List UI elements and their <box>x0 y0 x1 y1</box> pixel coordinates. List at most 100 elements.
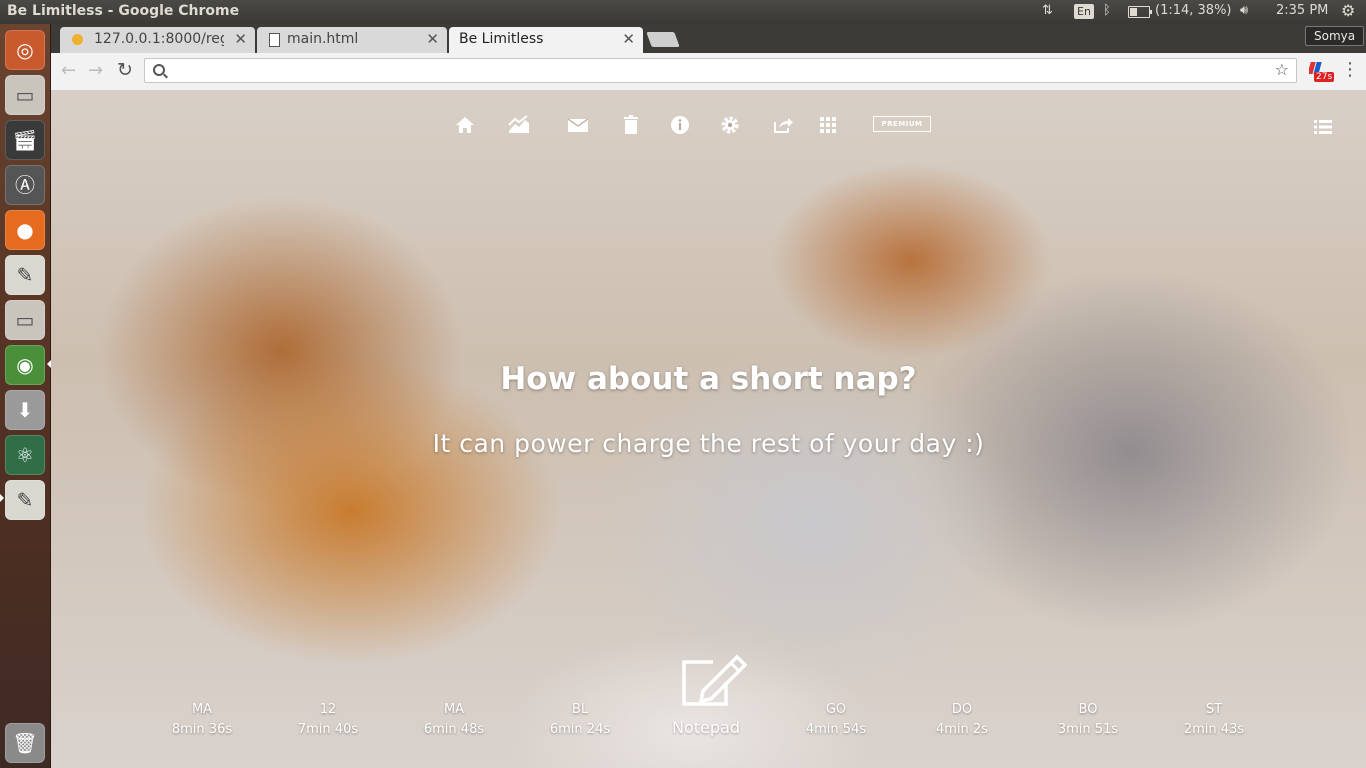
trash-icon[interactable] <box>619 113 643 137</box>
stat-code: 12 <box>319 702 337 717</box>
list-menu-icon[interactable] <box>1311 115 1335 139</box>
forward-arrow-icon[interactable]: → <box>88 60 103 81</box>
ubuntu-logo-icon[interactable]: ◎ <box>5 30 45 70</box>
back-arrow-icon[interactable]: ← <box>61 60 76 81</box>
clapperboard-icon[interactable]: 🎬︎ <box>5 120 45 160</box>
chrome-icon[interactable]: ◉ <box>5 345 45 385</box>
firefox-icon[interactable]: ● <box>5 210 45 250</box>
stat-time: 6min 48s <box>423 722 485 737</box>
home-icon[interactable] <box>453 113 477 137</box>
stat-time: 7min 40s <box>297 722 359 737</box>
user-name-tooltip: Somya <box>1305 26 1365 46</box>
active-indicator <box>0 494 4 502</box>
close-icon[interactable]: ✕ <box>622 30 635 48</box>
tab-main-html[interactable]: main.html ✕ <box>257 27 447 53</box>
new-tab-button[interactable] <box>646 32 680 47</box>
stat-item: BL 6min 24s <box>525 700 635 740</box>
address-bar[interactable]: ☆ <box>144 58 1297 83</box>
apps-grid-icon[interactable] <box>816 113 840 137</box>
notepad-icon[interactable] <box>679 654 749 706</box>
stat-time: 4min 2s <box>936 722 988 737</box>
window-title: Be Limitless - Google Chrome <box>7 3 240 19</box>
browser-window: 127.0.0.1:8000/regi ✕ main.html ✕ Be Lim… <box>51 24 1366 768</box>
file-manager-icon[interactable]: ▭ <box>5 75 45 115</box>
share-glyph <box>774 118 793 133</box>
ubuntu-logo-glyph: ◎ <box>16 38 34 62</box>
clock[interactable]: 2:35 PM <box>1276 3 1328 18</box>
stat-code: BL <box>571 702 589 717</box>
stat-time: 8min 36s <box>171 722 233 737</box>
file-manager-icon[interactable]: ▭ <box>5 300 45 340</box>
trash-glyph <box>624 115 638 134</box>
gear-glyph <box>721 116 739 134</box>
tab-label: Be Limitless <box>459 31 544 47</box>
close-icon[interactable]: ✕ <box>234 30 247 48</box>
bookmark-star-icon[interactable]: ☆ <box>1275 60 1289 79</box>
volume-icon[interactable]: 🔊︎ <box>1240 3 1248 18</box>
stat-time: 4min 54s <box>805 722 867 737</box>
battery-level-fill <box>1130 8 1137 16</box>
stat-item: DO 4min 2s <box>907 700 1017 740</box>
top-nav: PREMIUM <box>51 113 1366 139</box>
bluetooth-icon[interactable]: ᛒ <box>1103 3 1111 18</box>
reload-icon[interactable]: ↻ <box>117 59 133 81</box>
pencil-glyph: ✎ <box>16 488 34 512</box>
firefox-glyph: ● <box>16 218 34 242</box>
user-favicon-icon <box>72 34 83 45</box>
text-editor-icon[interactable]: ✎ <box>5 255 45 295</box>
stat-item: BO 3min 51s <box>1033 700 1143 740</box>
stat-item: GO 4min 54s <box>781 700 891 740</box>
tab-localhost[interactable]: 127.0.0.1:8000/regi ✕ <box>60 27 255 53</box>
stat-code: ST <box>1205 702 1223 717</box>
stat-time: 3min 51s <box>1057 722 1119 737</box>
keyboard-layout-indicator[interactable]: En <box>1074 4 1094 19</box>
gear-icon[interactable] <box>718 113 742 137</box>
document-icon <box>269 33 280 47</box>
stat-item: MA 8min 36s <box>147 700 257 740</box>
list-glyph <box>1314 120 1332 134</box>
menu-kebab-icon[interactable]: ⋮ <box>1341 59 1359 80</box>
stat-code: BO <box>1078 702 1098 717</box>
mail-glyph <box>567 118 589 132</box>
chart-icon[interactable] <box>507 113 531 137</box>
extension-icon[interactable]: 27s <box>1307 60 1335 82</box>
clapper-glyph: 🎬︎ <box>12 128 38 152</box>
battery-icon[interactable] <box>1128 6 1152 18</box>
page-headline: How about a short nap? <box>500 361 917 397</box>
atom-icon[interactable]: ⚛ <box>5 435 45 475</box>
download-glyph: ⬇ <box>16 398 34 422</box>
tab-be-limitless[interactable]: Be Limitless ✕ <box>449 27 643 53</box>
info-icon[interactable] <box>668 113 692 137</box>
drawer-glyph: ▭ <box>15 83 35 107</box>
info-glyph <box>671 116 689 134</box>
notepad-glyph <box>682 654 748 706</box>
stat-code: MA <box>443 702 465 717</box>
trash-glyph: 🗑︎ <box>12 731 38 755</box>
pencil-glyph: ✎ <box>16 263 34 287</box>
atom-glyph: ⚛ <box>16 443 34 467</box>
stat-item: ST 2min 43s <box>1159 700 1269 740</box>
apps-grid-glyph <box>820 117 836 133</box>
download-icon[interactable]: ⬇ <box>5 390 45 430</box>
premium-badge[interactable]: PREMIUM <box>873 116 931 132</box>
search-icon <box>153 64 165 76</box>
gear-icon[interactable]: ⚙ <box>1341 1 1355 20</box>
url-input[interactable] <box>171 61 1275 81</box>
tab-label: main.html <box>287 31 359 47</box>
mail-icon[interactable] <box>566 113 590 137</box>
launcher: ◎ ▭ 🎬︎ Ⓐ ● ✎ ▭ ◉ ⬇ ⚛ ✎ 🗑︎ <box>0 24 51 768</box>
network-updown-icon[interactable]: ⇅ <box>1042 3 1053 18</box>
stat-time: 2min 43s <box>1183 722 1245 737</box>
top-panel: Be Limitless - Google Chrome ⇅ En ᛒ (1:1… <box>0 0 1366 24</box>
page-subline: It can power charge the rest of your day… <box>432 429 985 458</box>
trash-icon[interactable]: 🗑︎ <box>5 723 45 763</box>
text-editor-icon[interactable]: ✎ <box>5 480 45 520</box>
updater-icon[interactable]: Ⓐ <box>5 165 45 205</box>
chrome-glyph: ◉ <box>16 353 34 377</box>
close-icon[interactable]: ✕ <box>426 30 439 48</box>
notepad-label[interactable]: Notepad <box>656 718 756 737</box>
share-icon[interactable] <box>771 113 795 137</box>
drawer-glyph: ▭ <box>15 308 35 332</box>
battery-status-text[interactable]: (1:14, 38%) <box>1155 3 1232 18</box>
tab-label: 127.0.0.1:8000/regi <box>94 31 224 47</box>
